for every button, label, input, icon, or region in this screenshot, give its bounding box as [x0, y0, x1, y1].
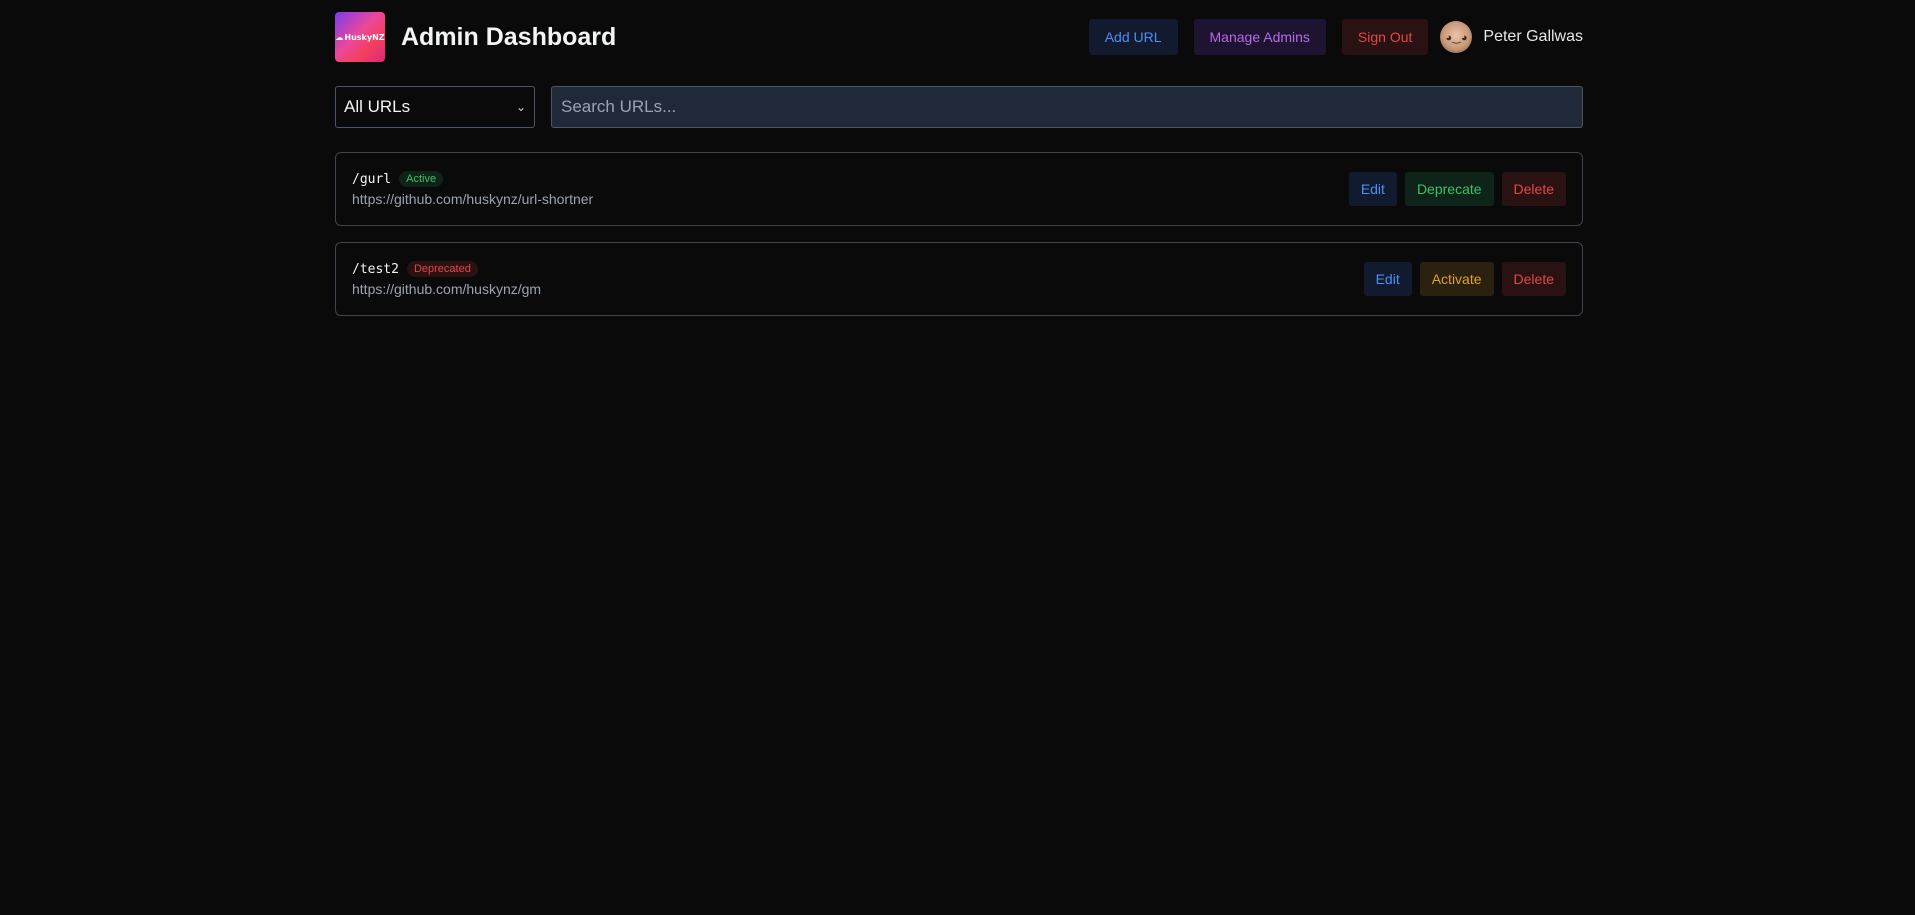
edit-button[interactable]: Edit — [1363, 262, 1412, 296]
url-actions: Edit Deprecate Delete — [1341, 172, 1566, 206]
add-url-button[interactable]: Add URL — [1088, 19, 1178, 55]
avatar: ◕‿◕ — [1440, 21, 1473, 53]
logo: ☁ HuskyNZ — [335, 12, 385, 62]
logo-text: HuskyNZ — [344, 32, 385, 42]
url-slug: /gurl — [352, 171, 392, 187]
edit-button[interactable]: Edit — [1348, 172, 1397, 206]
url-actions: Edit Activate Delete — [1356, 262, 1566, 296]
delete-button[interactable]: Delete — [1501, 172, 1566, 206]
brand: ☁ HuskyNZ Admin Dashboard — [335, 12, 616, 62]
chevron-down-icon: ⌄ — [515, 100, 526, 114]
header-nav: Add URL Manage Admins Sign Out ◕‿◕ Peter… — [1073, 19, 1583, 55]
delete-button[interactable]: Delete — [1501, 262, 1566, 296]
url-target: https://github.com/huskynz/url-shortner — [352, 191, 594, 207]
status-filter-value: All URLs — [344, 97, 411, 116]
url-card: /test2 Deprecated https://github.com/hus… — [335, 242, 1583, 316]
status-badge: Deprecated — [406, 261, 478, 277]
deprecate-button[interactable]: Deprecate — [1404, 172, 1494, 206]
url-slug: /test2 — [352, 261, 399, 277]
status-badge: Active — [399, 171, 444, 187]
user-face-icon: ◕‿◕ — [1445, 31, 1468, 44]
user-name: Peter Gallwas — [1483, 28, 1583, 45]
sign-out-button[interactable]: Sign Out — [1341, 19, 1429, 55]
filters-bar: All URLs ⌄ — [335, 86, 1583, 128]
url-info: /gurl Active https://github.com/huskynz/… — [352, 171, 593, 207]
search-input[interactable] — [551, 86, 1583, 128]
header: ☁ HuskyNZ Admin Dashboard Add URL Manage… — [335, 12, 1583, 62]
slug-row: /gurl Active — [352, 171, 593, 187]
status-filter-select[interactable]: All URLs ⌄ — [335, 86, 535, 128]
url-card: /gurl Active https://github.com/huskynz/… — [335, 152, 1583, 226]
activate-button[interactable]: Activate — [1419, 262, 1494, 296]
url-info: /test2 Deprecated https://github.com/hus… — [352, 261, 541, 297]
page-title: Admin Dashboard — [401, 22, 617, 51]
url-target: https://github.com/huskynz/gm — [352, 281, 542, 297]
manage-admins-button[interactable]: Manage Admins — [1193, 19, 1326, 55]
slug-row: /test2 Deprecated — [352, 261, 541, 277]
husky-icon: ☁ — [335, 32, 344, 42]
